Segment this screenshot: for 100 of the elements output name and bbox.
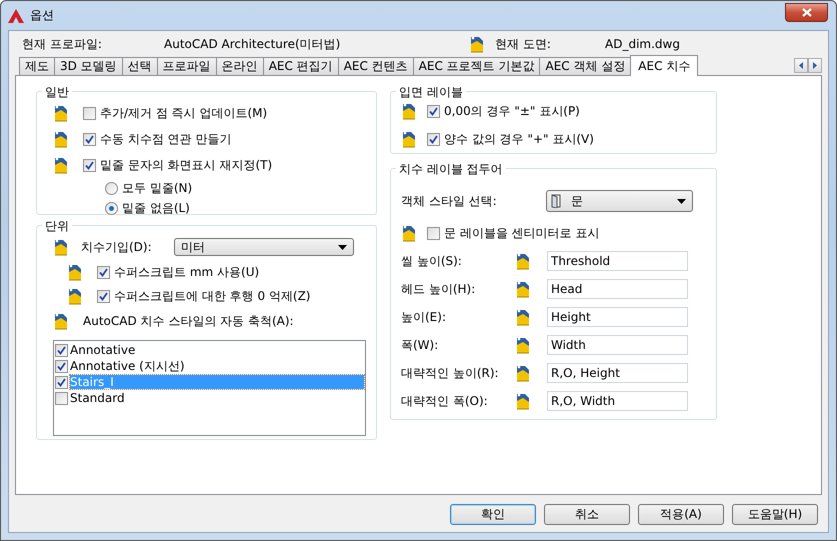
file-icon [67,263,83,281]
input-field[interactable]: Height [547,307,688,327]
option-label: 양수 값의 경우 "+" 표시(V) [444,130,594,148]
profile-label: 현재 프로파일: [22,36,103,52]
item-label: Stairs_I [70,375,364,389]
option-label: 수동 치수점 연관 만들기 [100,130,232,148]
close-icon [802,8,812,17]
window-title: 옵션 [30,7,54,24]
door-icon [551,194,561,208]
option-label: 수퍼스크립트에 대한 후행 0 억제(Z) [114,288,310,304]
logo-icon [8,8,24,22]
file-icon [515,252,531,270]
option-label: 추가/제거 점 즉시 업데이트(M) [100,104,268,122]
check-icon [429,134,438,144]
option-label: 수퍼스크립트 mm 사용(U) [114,264,260,280]
option-label: 모두 밑줄(N) [122,180,192,196]
tab[interactable]: 3D 모델링 [54,57,123,75]
checkbox[interactable] [427,104,440,118]
scroll-right-button[interactable] [808,58,822,73]
item-label: Annotative (지시선) [70,358,185,374]
list-item[interactable]: Standard [55,390,364,406]
check-icon [85,160,94,170]
input-field[interactable]: Head [547,279,688,299]
scroll-left-button[interactable] [794,58,808,73]
input-field[interactable]: Threshold [547,251,688,271]
option-label: 문 레이블을 센티미터로 표시 [444,224,600,242]
check-icon [429,106,438,116]
checkbox[interactable] [427,132,440,146]
file-icon [515,336,531,354]
option-label: 밑줄 문자의 화면표시 재지정(T) [100,156,272,174]
checkbox[interactable] [55,360,68,372]
file-icon [53,312,69,330]
field-label: 폭(W): [401,336,440,354]
tab[interactable]: AEC 편집기 [262,57,339,75]
tab[interactable]: AEC 객체 설정 [539,57,632,75]
close-button[interactable] [785,3,828,22]
field-label: 높이(E): [401,308,447,326]
file-icon [53,156,69,174]
unit-dropdown[interactable]: 미터 [174,238,354,256]
item-label: Annotative [70,343,136,357]
dialog-button[interactable]: 도움말(H) [732,504,818,525]
file-icon [401,102,417,120]
input-field[interactable]: Width [547,335,688,355]
input-field[interactable]: R,O, Height [547,363,688,383]
drawing-value: AD_dim.dwg [605,37,680,51]
drawing-label: 현재 도면: [495,36,552,52]
radio-button[interactable] [105,202,118,214]
checkbox[interactable] [97,266,110,278]
tab[interactable]: 선택 [122,57,158,75]
scale-label: AutoCAD 치수 스타일의 자동 축척(A): [83,312,294,330]
item-label: Standard [70,391,125,405]
check-icon [99,268,108,276]
unit-label: 치수기입(D): [81,238,153,256]
dialog-button[interactable]: 적용(A) [638,504,724,525]
file-icon [53,104,69,122]
group-title: 입면 레이블 [396,84,466,101]
checkbox[interactable] [55,392,68,404]
field-label: 대략적인 높이(R): [401,364,500,382]
field-label: 대략적인 폭(O): [401,392,489,410]
checkbox[interactable] [55,344,68,356]
checkbox[interactable] [83,106,96,120]
check-icon [85,134,94,144]
tab[interactable]: 프로파일 [156,57,217,75]
file-icon [53,238,69,256]
tab[interactable]: 제도 [19,57,55,75]
left-arrow-icon [799,62,803,69]
checkbox[interactable] [97,290,110,302]
tab[interactable]: AEC 컨텐츠 [338,57,414,75]
file-icon [515,280,531,298]
dialog-button[interactable]: 확인 [450,504,536,525]
dialog-button[interactable]: 취소 [544,504,630,525]
list-item[interactable]: Annotative [55,342,364,358]
style-dropdown[interactable]: 문 [546,190,693,212]
file-icon [515,308,531,326]
group-title: 치수 레이블 접두어 [396,161,506,178]
file-icon [67,287,83,305]
file-icon [515,392,531,410]
option-label: 0,00의 경우 "±" 표시(P) [444,102,580,120]
checkbox[interactable] [83,158,96,172]
checkbox[interactable] [55,376,68,388]
field-label: 헤드 높이(H): [401,280,476,298]
field-label: 씰 높이(S): [401,252,463,270]
file-icon [401,130,417,148]
caret-icon [677,198,686,204]
right-arrow-icon [813,62,817,69]
file-icon [469,35,485,53]
group-title: 단위 [42,218,72,235]
checkbox[interactable] [427,226,440,240]
caret-icon [338,244,347,250]
file-icon [401,224,417,242]
tab[interactable]: AEC 치수 [630,55,698,76]
file-icon [515,364,531,382]
tab[interactable]: 온라인 [216,57,264,75]
style-label: 객체 스타일 선택: [401,192,498,210]
checkbox[interactable] [83,132,96,146]
input-field[interactable]: R,O, Width [547,391,688,411]
list-item[interactable]: Annotative (지시선) [55,358,364,374]
tab[interactable]: AEC 프로젝트 기본값 [412,57,540,75]
file-icon [53,130,69,148]
radio-button[interactable] [105,182,118,194]
